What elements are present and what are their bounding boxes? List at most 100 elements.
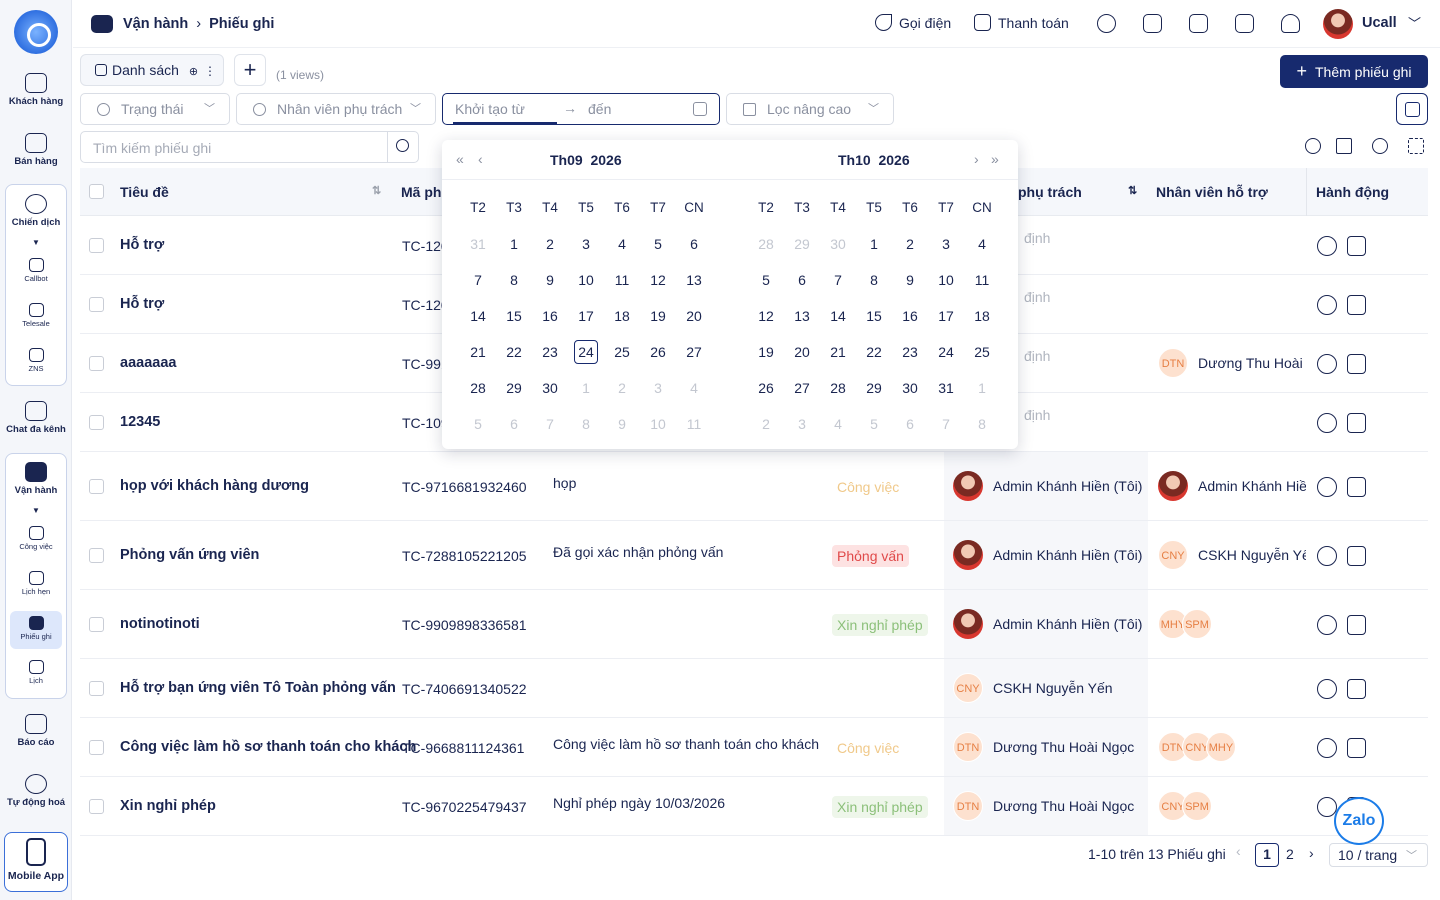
calendar-day[interactable]: 25 [604,344,640,360]
calendar-day[interactable]: 28 [820,380,856,396]
right-month-title[interactable]: Th10 2026 [838,152,910,168]
calendar-day[interactable]: 2 [532,236,568,252]
calendar-day[interactable]: 4 [964,236,1000,252]
calendar-day[interactable]: 28 [460,380,496,396]
next-year-icon[interactable]: » [991,151,999,167]
row-checkbox[interactable] [89,617,104,632]
calendar-day[interactable]: 16 [532,308,568,324]
row-checkbox[interactable] [89,238,104,253]
calendar-day[interactable]: 7 [532,416,568,432]
open-arrow-icon[interactable] [1317,546,1337,566]
note-icon[interactable] [1347,413,1366,433]
calendar-day[interactable]: 14 [460,308,496,324]
row-title[interactable]: Công việc làm hồ sơ thanh toán cho khách [120,739,416,755]
row-title[interactable]: notinotinoti [120,616,200,632]
calendar-day[interactable]: 8 [964,416,1000,432]
calendar-day[interactable]: 30 [820,236,856,252]
note-icon[interactable] [1347,738,1366,758]
row-checkbox[interactable] [89,297,104,312]
calendar-day[interactable]: 11 [964,272,1000,288]
sidebar-sub-calendar[interactable]: Lịch [0,660,72,685]
calendar-day[interactable]: 25 [964,344,1000,360]
calendar-day[interactable]: 4 [676,380,712,396]
row-checkbox[interactable] [89,740,104,755]
table-row[interactable]: Xin nghỉ phép TC-9670225479437 Nghỉ phép n… [80,777,1428,836]
note-icon[interactable] [1347,679,1366,699]
filter-status[interactable]: Trạng thái ﹀ [80,93,230,125]
calendar-day[interactable]: 9 [532,272,568,288]
table-row[interactable]: Hỗ trợ bạn ứng viên Tô Toàn phỏng vấn TC-… [80,659,1428,718]
page-2-button[interactable]: 2 [1286,846,1294,862]
row-checkbox[interactable] [89,681,104,696]
calendar-day[interactable]: 6 [496,416,532,432]
calendar-day[interactable]: 14 [820,308,856,324]
calendar-day[interactable]: 3 [640,380,676,396]
calendar-day[interactable]: 31 [928,380,964,396]
bell-icon[interactable] [1281,14,1300,33]
open-arrow-icon[interactable] [1317,679,1337,699]
calendar-day[interactable]: 10 [928,272,964,288]
add-view-button[interactable]: + [234,54,266,86]
sidebar-sub-tasks[interactable]: Công việc [0,526,72,551]
book-icon[interactable] [1235,14,1254,33]
calendar-day[interactable]: 4 [820,416,856,432]
open-arrow-icon[interactable] [1317,236,1337,256]
mobile-app-button[interactable]: Mobile App [4,832,68,892]
header-owner[interactable]: phụ trách [1018,184,1082,200]
more-vertical-icon[interactable]: ⋮ [204,64,216,78]
sidebar-item-reports[interactable]: Báo cáo [0,714,72,748]
calendar-day[interactable]: 20 [676,308,712,324]
sidebar-sub-zns[interactable]: ZNS [0,348,72,373]
calendar-day[interactable]: 8 [568,416,604,432]
chevron-down-icon[interactable]: ▼ [0,506,72,515]
calendar-day[interactable]: 5 [640,236,676,252]
calendar-day[interactable]: 22 [496,344,532,360]
date-range-picker[interactable]: Khởi tạo từ → đến [442,93,720,125]
calendar-day[interactable]: 4 [604,236,640,252]
calendar-day[interactable]: 5 [460,416,496,432]
note-icon[interactable] [1347,354,1366,374]
tab-list-view[interactable]: Danh sách ⊕ ⋮ [80,54,224,86]
calendar-day[interactable]: 7 [820,272,856,288]
calendar-day[interactable]: 16 [892,308,928,324]
calendar-day[interactable]: 9 [604,416,640,432]
calendar-day[interactable]: 1 [856,236,892,252]
calendar-day[interactable]: 26 [640,344,676,360]
prev-page-icon[interactable]: ‹ [1236,843,1241,859]
text-height-icon[interactable] [1336,138,1352,154]
calendar-day[interactable]: 13 [784,308,820,324]
row-checkbox[interactable] [89,415,104,430]
calendar-day[interactable]: 8 [856,272,892,288]
call-button[interactable]: Gọi điện [875,14,951,31]
calendar-day[interactable]: 12 [640,272,676,288]
fullscreen-icon[interactable] [1408,138,1424,154]
calendar-day[interactable]: 6 [676,236,712,252]
sidebar-sub-appointments[interactable]: Lịch hẹn [0,571,72,596]
calendar-day[interactable]: 13 [676,272,712,288]
calendar-day[interactable]: 30 [892,380,928,396]
calendar-day[interactable]: 21 [820,344,856,360]
header-title[interactable]: Tiêu đề [120,184,169,200]
calendar-day[interactable]: 20 [784,344,820,360]
calendar-day[interactable]: 3 [568,236,604,252]
calendar-day[interactable]: 2 [748,416,784,432]
calendar-day[interactable]: 9 [892,272,928,288]
sidebar-sub-callbot[interactable]: Callbot [0,258,72,283]
chevron-down-icon[interactable]: ▼ [0,238,72,247]
calendar-day[interactable]: 11 [676,416,712,432]
search-input[interactable]: Tìm kiếm phiếu ghi [93,140,211,156]
note-icon[interactable] [1347,295,1366,315]
table-row[interactable]: họp với khách hàng dương TC-9716681932460… [80,452,1428,521]
calendar-day[interactable]: 24 [928,344,964,360]
calendar-day[interactable]: 30 [532,380,568,396]
save-icon[interactable] [1396,93,1428,125]
calendar-day[interactable]: 31 [460,236,496,252]
prev-month-icon[interactable]: ‹ [478,151,483,167]
row-title[interactable]: 12345 [120,414,160,430]
gear-icon[interactable] [1097,14,1116,33]
page-1-button[interactable]: 1 [1255,843,1279,867]
row-title[interactable]: Xin nghỉ phép [120,798,216,814]
calendar-day[interactable]: 21 [460,344,496,360]
calendar-day[interactable]: 27 [676,344,712,360]
row-title[interactable]: Hỗ trợ [120,296,164,312]
